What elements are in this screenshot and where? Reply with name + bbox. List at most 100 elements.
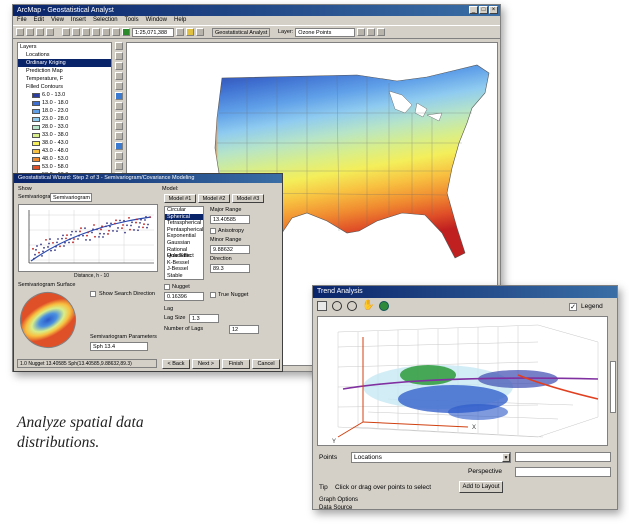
data-source-label[interactable]: Data Source <box>319 505 352 511</box>
menu-selection[interactable]: Selection <box>93 16 118 25</box>
fixed-zoom-out-icon[interactable] <box>115 72 123 80</box>
menu-view[interactable]: View <box>51 16 64 25</box>
model-list-item[interactable]: Spherical <box>165 213 203 221</box>
print-icon[interactable] <box>46 28 54 36</box>
model-tab-1[interactable]: Model #1 <box>164 194 196 203</box>
model-list[interactable]: Circular Spherical Tetraspherical Pentasphe… <box>164 206 204 280</box>
undo-icon[interactable] <box>102 28 110 36</box>
parameter-field[interactable]: Sph 13.4 <box>90 342 148 351</box>
toc-item[interactable]: 53.0 - 58.0 <box>18 163 111 171</box>
layer-combo[interactable]: Ozone Points <box>295 27 356 37</box>
semivariogram-combo[interactable]: Semivariogram <box>50 193 92 202</box>
add-to-layout-button[interactable]: Add to Layout <box>459 481 503 493</box>
measure-icon[interactable] <box>115 162 123 170</box>
minor-range-field[interactable]: 9.88632 <box>210 245 250 254</box>
model-tab-3[interactable]: Model #3 <box>232 194 264 203</box>
model-list-item[interactable]: Stable <box>165 273 203 279</box>
toc-item[interactable]: 43.0 - 48.0 <box>18 147 111 155</box>
geostat-analyst-menu[interactable]: Geostatistical Analyst <box>212 27 270 37</box>
horizontal-rotation-slider[interactable] <box>515 452 611 462</box>
rotation-slider[interactable] <box>610 361 616 413</box>
select-elements-icon[interactable] <box>115 132 123 140</box>
graph-options-label[interactable]: Graph Options <box>319 497 358 503</box>
toc-item[interactable]: 18.0 - 23.0 <box>18 107 111 115</box>
anisotropy-checkbox[interactable] <box>210 228 216 234</box>
scale-combo[interactable]: 1:25,071,388 <box>132 27 174 37</box>
legend-checkbox[interactable]: ✓ <box>569 303 577 311</box>
model-list-item[interactable]: Exponential <box>165 233 203 240</box>
menu-help[interactable]: Help <box>174 16 186 25</box>
zoom-out-icon[interactable] <box>347 301 357 311</box>
maximize-button[interactable]: □ <box>479 6 488 14</box>
toc-item[interactable]: 48.0 - 53.0 <box>18 155 111 163</box>
back-button[interactable]: < Back <box>162 359 190 369</box>
fixed-zoom-in-icon[interactable] <box>115 62 123 70</box>
menu-window[interactable]: Window <box>146 16 167 25</box>
nugget-field[interactable]: 0.16396 <box>164 292 204 301</box>
add-data-icon[interactable] <box>122 28 130 36</box>
full-extent-icon[interactable] <box>115 92 123 100</box>
globe-icon[interactable] <box>379 301 390 311</box>
delete-icon[interactable] <box>92 28 100 36</box>
next-button[interactable]: Next > <box>192 359 220 369</box>
toc-item[interactable]: 13.0 - 18.0 <box>18 99 111 107</box>
graph-options-icon[interactable] <box>317 301 327 311</box>
model-list-item[interactable]: Pentaspherical <box>165 227 203 234</box>
help-icon[interactable] <box>196 28 204 36</box>
model-list-item[interactable]: K-Bessel <box>165 260 203 267</box>
identify-icon[interactable] <box>115 142 123 150</box>
cancel-button[interactable]: Cancel <box>252 359 280 369</box>
toc-item[interactable]: Prediction Map <box>18 67 111 75</box>
find-icon[interactable] <box>115 152 123 160</box>
save-icon[interactable] <box>36 28 44 36</box>
menu-file[interactable]: File <box>17 16 27 25</box>
model-list-item[interactable]: Circular <box>165 207 203 214</box>
model-tab-2[interactable]: Model #2 <box>198 194 230 203</box>
toc-item[interactable]: 6.0 - 13.0 <box>18 91 111 99</box>
minimize-button[interactable]: _ <box>469 6 478 14</box>
nugget-checkbox[interactable] <box>164 284 170 290</box>
redo-icon[interactable] <box>112 28 120 36</box>
map-tool-icon-3[interactable] <box>377 28 386 36</box>
zoom-in-icon[interactable] <box>115 42 123 50</box>
paste-icon[interactable] <box>82 28 90 36</box>
model-list-item[interactable]: J-Bessel <box>165 266 203 273</box>
pan-icon[interactable] <box>115 82 123 90</box>
zoom-out-icon[interactable] <box>115 52 123 60</box>
zoom-in-icon[interactable] <box>332 301 342 311</box>
new-icon[interactable] <box>16 28 24 36</box>
toc-item[interactable]: Locations <box>18 51 111 59</box>
show-search-checkbox[interactable] <box>90 291 96 297</box>
finish-button[interactable]: Finish <box>222 359 250 369</box>
toc-item[interactable]: Layers <box>18 43 111 51</box>
open-icon[interactable] <box>26 28 34 36</box>
toc-item[interactable]: 23.0 - 28.0 <box>18 115 111 123</box>
points-combo[interactable]: Locations <box>351 452 511 463</box>
editor-icon[interactable] <box>176 28 184 36</box>
model-list-item[interactable]: Hole Effect <box>165 253 203 260</box>
toc-item[interactable]: Filled Contours <box>18 83 111 91</box>
points-dropdown-button[interactable]: ▾ <box>502 453 510 462</box>
toc-item[interactable]: Temperature, F <box>18 75 111 83</box>
direction-field[interactable]: 89.3 <box>210 264 250 273</box>
menu-edit[interactable]: Edit <box>34 16 44 25</box>
select-features-icon[interactable] <box>115 122 123 130</box>
toc-item[interactable]: Ordinary Kriging <box>18 59 111 67</box>
pan-icon[interactable]: ✋ <box>362 301 374 311</box>
previous-extent-icon[interactable] <box>115 102 123 110</box>
close-button[interactable]: × <box>489 6 498 14</box>
lag-count-field[interactable]: 12 <box>229 325 259 334</box>
model-list-item[interactable]: Gaussian <box>165 240 203 247</box>
menu-tools[interactable]: Tools <box>125 16 139 25</box>
next-extent-icon[interactable] <box>115 112 123 120</box>
true-nugget-checkbox[interactable] <box>210 292 216 298</box>
trend-3d-plot[interactable]: X Y <box>317 316 608 446</box>
lag-size-field[interactable]: 1.3 <box>189 314 219 323</box>
toc-item[interactable]: 38.0 - 43.0 <box>18 139 111 147</box>
model-list-item[interactable]: Rational Quadratic <box>165 247 203 260</box>
catalog-icon[interactable] <box>186 28 194 36</box>
toc-item[interactable]: 33.0 - 38.0 <box>18 131 111 139</box>
perspective-slider[interactable] <box>515 467 611 477</box>
model-list-item[interactable]: Tetraspherical <box>165 220 203 227</box>
toc-item[interactable]: 28.0 - 33.0 <box>18 123 111 131</box>
